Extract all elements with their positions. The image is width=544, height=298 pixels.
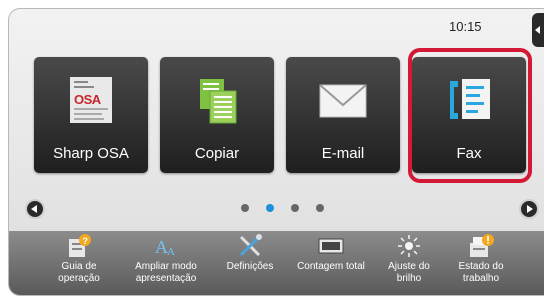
job-status-button[interactable]: Estado do trabalho [445,231,517,295]
side-panel-tab[interactable] [532,13,544,47]
highlight-frame [408,48,532,183]
enlarge-display-button[interactable]: A A Ampliar modo apresentação [123,231,209,295]
sharp-osa-icon: OSA [70,77,112,123]
app-tile-email[interactable]: E-mail [286,57,400,173]
app-tile-sharp-osa[interactable]: OSA Sharp OSA [34,57,148,173]
svg-text:A: A [167,246,175,258]
tools-settings-icon [239,234,262,257]
bottom-label: Guia de operação [58,261,100,284]
app-tile-label: Copiar [194,145,240,162]
guide-button[interactable]: ? Guia de operação [45,231,113,295]
app-tile-label: E-mail [321,145,365,162]
page-indicator [241,204,324,212]
brightness-button[interactable]: Ajuste do brilho [377,231,441,295]
job-status-icon [470,234,494,257]
bottom-label: Definições [226,261,274,272]
svg-text:?: ? [83,236,89,246]
app-tile-label: Sharp OSA [53,145,129,162]
bottom-toolbar: ? Guia de operação A A Ampliar modo apre… [9,231,544,295]
envelope-icon [319,84,367,118]
brightness-icon [398,235,420,257]
next-page-button[interactable] [519,199,539,219]
guide-help-icon: ? [69,234,91,257]
page-dot[interactable] [316,204,324,212]
app-tile-copy[interactable]: Copiar [160,57,274,173]
status-bar: 10:15 [9,9,544,45]
page-dot-active[interactable] [266,204,274,212]
bottom-label: Estado do trabalho [458,261,504,284]
counter-icon [318,238,344,254]
bottom-label: Ajuste do brilho [388,261,430,284]
page-dot[interactable] [291,204,299,212]
clock: 10:15 [449,19,482,34]
bottom-label: Contagem total [297,261,365,272]
previous-page-button[interactable] [25,199,45,219]
font-enlarge-icon: A A [155,237,175,258]
total-count-button[interactable]: Contagem total [291,231,371,295]
svg-text:OSA: OSA [74,92,102,107]
copy-icon [200,79,237,124]
page-dot[interactable] [241,204,249,212]
settings-button[interactable]: Definições [217,231,283,295]
control-panel-screen: 10:15 OSA Sharp OSA Copiar E-mail Fax ? … [8,8,544,296]
bottom-label: Ampliar modo apresentação [135,261,197,284]
